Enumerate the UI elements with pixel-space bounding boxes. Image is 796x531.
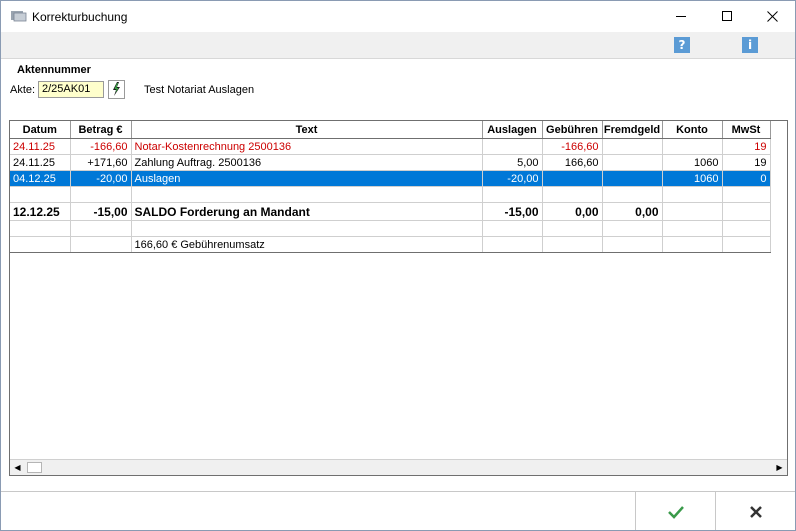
cell-text: Auslagen [131,170,483,187]
cell-fremdgeld [602,138,663,155]
col-header-gebuehren[interactable]: Gebühren [542,121,603,139]
col-header-auslagen[interactable]: Auslagen [482,121,543,139]
cell-fremdgeld: 0,00 [602,202,663,221]
cell-auslagen: -20,00 [482,170,543,187]
cell-text: Zahlung Auftrag. 2500136 [131,154,483,171]
section-label: Aktennummer [17,64,91,76]
maximize-button[interactable] [704,1,750,32]
app-icon [11,11,27,22]
cell-konto: 1060 [662,154,723,171]
cell-auslagen: -15,00 [482,202,543,221]
maximize-icon [721,11,732,21]
checkmark-icon [668,505,684,519]
cell-text: Notar-Kostenrechnung 2500136 [131,138,483,155]
cell-auslagen: 5,00 [482,154,543,171]
footer-bar [1,491,795,530]
scroll-left-icon[interactable]: ◀ [10,460,25,475]
akte-label: Akte: [10,84,36,96]
cell-konto [662,236,723,253]
cell-datum: 24.11.25 [10,154,71,171]
help-icon[interactable]: ? [674,37,690,53]
cell-mwst [722,236,771,253]
cell-mwst: 19 [722,154,771,171]
akte-lookup-button[interactable] [108,80,125,99]
akte-description: Test Notariat Auslagen [144,84,255,96]
cell-mwst: 0 [722,170,771,187]
cell-datum: 12.12.25 [10,202,71,221]
akte-section: Aktennummer Akte: 2/25AK01 Test Notariat… [1,59,795,120]
horizontal-scrollbar[interactable]: ◀ ▶ [10,459,787,475]
cell-mwst: 19 [722,138,771,155]
minimize-icon [675,16,686,17]
cell-gebuehren [542,236,603,253]
col-header-betrag[interactable]: Betrag € [70,121,132,139]
cell-betrag: -20,00 [70,170,132,187]
title-bar: Korrekturbuchung [1,1,795,32]
cell-auslagen [482,138,543,155]
table-row-selected[interactable]: 04.12.25 -20,00 Auslagen -20,00 1060 0 [10,170,771,187]
cell-auslagen [482,236,543,253]
cell-gebuehren [542,170,603,187]
table-header: Datum Betrag € Text Auslagen Gebühren Fr… [10,121,771,139]
col-header-fremdgeld[interactable]: Fremdgeld [602,121,663,139]
cell-text: SALDO Forderung an Mandant [131,202,483,221]
cell-gebuehren: 166,60 [542,154,603,171]
cell-betrag [70,236,132,253]
cell-konto: 1060 [662,170,723,187]
minimize-button[interactable] [658,1,704,32]
cell-datum: 24.11.25 [10,138,71,155]
ok-button[interactable] [635,492,716,530]
col-header-mwst[interactable]: MwSt [722,121,771,139]
table-row[interactable]: 24.11.25 -166,60 Notar-Kostenrechnung 25… [10,138,771,155]
table-row-empty[interactable] [10,220,771,237]
close-icon [750,505,762,518]
info-icon[interactable]: i [742,37,758,53]
cell-konto [662,138,723,155]
scrollbar-thumb[interactable] [27,462,42,473]
cell-datum: 04.12.25 [10,170,71,187]
cell-text: 166,60 € Gebührenumsatz [131,236,483,253]
cell-betrag: +171,60 [70,154,132,171]
window-title: Korrekturbuchung [32,10,128,24]
dialog-window: Korrekturbuchung ? i Aktennummer Akte: 2… [0,0,796,531]
cell-datum [10,236,71,253]
cell-konto [662,202,723,221]
toolbar: ? i [1,32,795,59]
close-icon [766,11,778,22]
cell-fremdgeld [602,154,663,171]
cancel-button[interactable] [715,492,795,530]
lightning-icon [113,82,120,96]
cell-fremdgeld [602,170,663,187]
cell-gebuehren: -166,60 [542,138,603,155]
table-row-empty[interactable] [10,186,771,203]
cell-betrag: -166,60 [70,138,132,155]
cell-fremdgeld [602,236,663,253]
table-row-saldo[interactable]: 12.12.25 -15,00 SALDO Forderung an Manda… [10,202,771,221]
cell-betrag: -15,00 [70,202,132,221]
table-row-summary[interactable]: 166,60 € Gebührenumsatz [10,236,771,253]
col-header-konto[interactable]: Konto [662,121,723,139]
akte-input[interactable]: 2/25AK01 [38,81,104,98]
scroll-right-icon[interactable]: ▶ [772,460,787,475]
cell-gebuehren: 0,00 [542,202,603,221]
table-row[interactable]: 24.11.25 +171,60 Zahlung Auftrag. 250013… [10,154,771,171]
col-header-text[interactable]: Text [131,121,483,139]
close-button[interactable] [749,1,795,32]
booking-table: Datum Betrag € Text Auslagen Gebühren Fr… [9,120,788,476]
cell-mwst [722,202,771,221]
col-header-datum[interactable]: Datum [10,121,71,139]
